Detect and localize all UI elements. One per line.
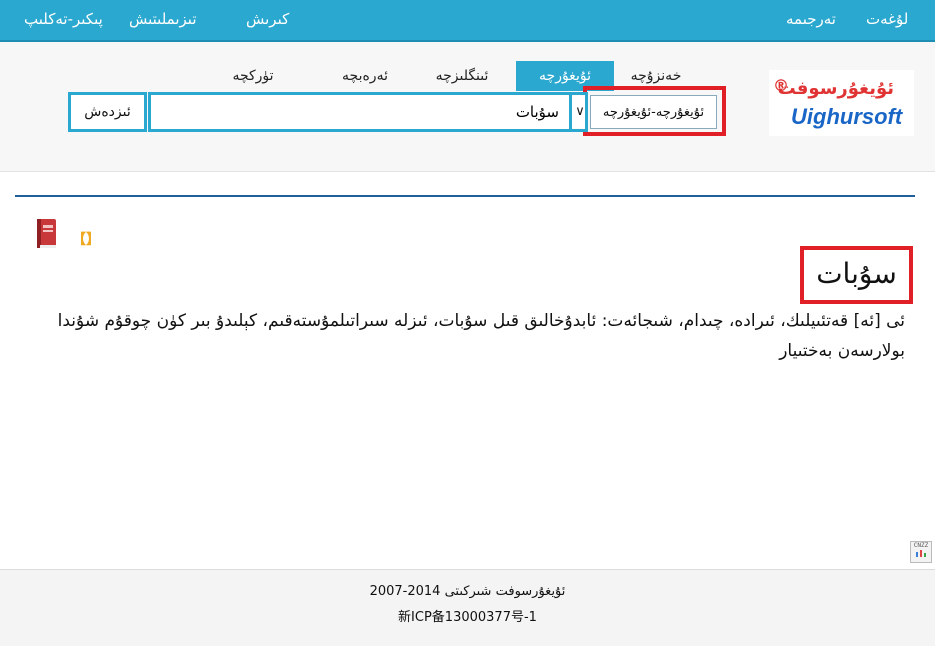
content-divider: [15, 195, 915, 197]
register-link[interactable]: تىزىملىتىش: [129, 10, 197, 28]
translate-link[interactable]: تەرجىمە: [786, 10, 836, 28]
footer-copyright: 2007-2014 ئۇيغۇرسوفت شىركىتى: [369, 584, 566, 599]
chevron-down-icon[interactable]: ∨: [569, 95, 588, 129]
tab-uyghur[interactable]: ئۇيغۇرچە: [516, 61, 614, 91]
logo-english-text: Uighursoft: [791, 104, 903, 129]
uighursoft-logo[interactable]: ® ئۇيغۇرسوفت Uighursoft: [769, 70, 914, 136]
top-nav-bar: كىرىش تىزىملىتىش پىكىر-تەكلىپ لۇغەت تەرج…: [0, 0, 935, 42]
tab-turkish[interactable]: تۈركچە: [214, 61, 292, 91]
footer-icp[interactable]: 新ICP备13000377号-1: [0, 606, 935, 625]
cnzz-stats-icon[interactable]: CNZZ: [910, 541, 932, 563]
dictionary-select[interactable]: ئۇيغۇرچە-ئۇيغۇرچە: [590, 95, 717, 129]
entry-bracket: 【】: [72, 232, 100, 248]
logo-uyghur-text: ئۇيغۇرسوفت: [777, 78, 894, 99]
cnzz-label: CNZZ: [913, 542, 929, 549]
definition-text: ئى [ئە] قەتئىيلىك، ئىرادە، چىدام، شىجائە…: [57, 311, 905, 361]
bar-chart-icon: [916, 550, 926, 557]
dictionary-book-icon: [37, 219, 56, 248]
login-link[interactable]: كىرىش: [246, 10, 289, 28]
tab-chinese[interactable]: خەنزۇچە: [617, 61, 695, 91]
search-button[interactable]: ئىزدەش: [68, 92, 147, 132]
search-input[interactable]: [151, 95, 565, 129]
tab-arabic[interactable]: ئەرەبچە: [320, 61, 410, 91]
search-box: ∨: [148, 92, 588, 132]
headword: سۇبات: [800, 246, 913, 304]
feedback-link[interactable]: پىكىر-تەكلىپ: [24, 10, 103, 28]
footer: 2007-2014 ئۇيغۇرسوفت شىركىتى 新ICP备130003…: [0, 569, 935, 646]
tab-english[interactable]: ئىنگلىزچە: [412, 61, 512, 91]
dictionary-link[interactable]: لۇغەت: [866, 10, 908, 28]
